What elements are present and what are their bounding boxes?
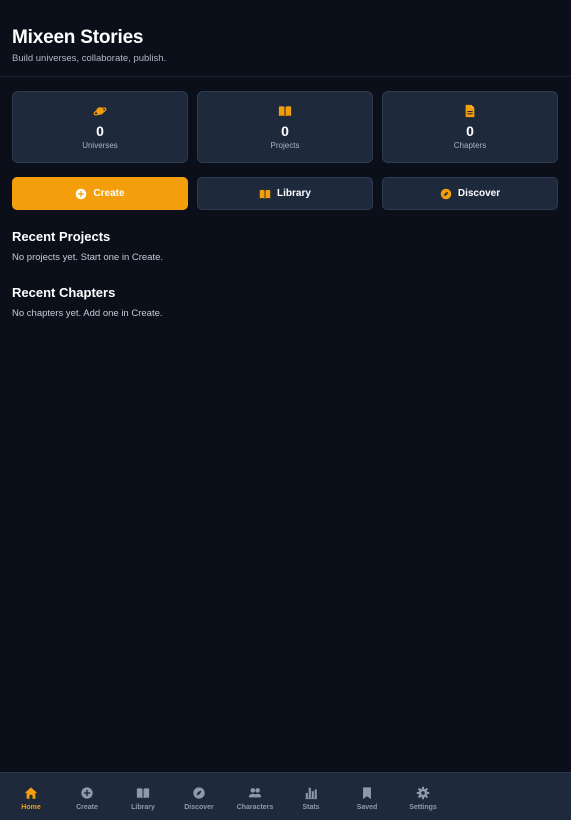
bar-chart-icon bbox=[304, 786, 318, 800]
recent-projects-section: Recent Projects No projects yet. Start o… bbox=[12, 229, 163, 263]
stat-label: Chapters bbox=[453, 141, 487, 150]
app-title: Mixeen Stories bbox=[12, 27, 144, 48]
nav-label: Library bbox=[131, 804, 155, 811]
plus-circle-icon bbox=[80, 786, 94, 800]
nav-item-characters[interactable]: Characters bbox=[227, 773, 283, 820]
app-subtitle: Build universes, collaborate, publish. bbox=[12, 53, 167, 64]
quick-actions: Create Library Discover bbox=[12, 177, 558, 210]
nav-label: Stats bbox=[302, 804, 320, 811]
library-button[interactable]: Library bbox=[197, 177, 373, 210]
document-icon bbox=[463, 104, 477, 118]
section-title: Recent Projects bbox=[12, 229, 111, 244]
bottom-navigation: Home Create Library Discover Characters … bbox=[0, 772, 571, 820]
nav-label: Settings bbox=[409, 804, 437, 811]
planet-icon bbox=[93, 104, 107, 118]
recent-chapters-section: Recent Chapters No chapters yet. Add one… bbox=[12, 285, 163, 319]
plus-circle-icon bbox=[75, 188, 87, 200]
stat-value: 0 bbox=[466, 123, 474, 139]
compass-icon bbox=[440, 188, 452, 200]
book-icon bbox=[136, 786, 150, 800]
library-button-label: Library bbox=[277, 188, 311, 199]
users-icon bbox=[248, 786, 262, 800]
compass-icon bbox=[192, 786, 206, 800]
book-icon bbox=[259, 188, 271, 200]
stat-value: 0 bbox=[281, 123, 289, 139]
nav-item-saved[interactable]: Saved bbox=[339, 773, 395, 820]
nav-label: Characters bbox=[236, 804, 274, 811]
stat-label: Universes bbox=[82, 141, 118, 150]
nav-label: Home bbox=[21, 804, 41, 811]
bookmark-icon bbox=[360, 786, 374, 800]
section-title: Recent Chapters bbox=[12, 285, 116, 300]
stat-card-chapters: 0 Chapters bbox=[382, 91, 558, 163]
app-header: Mixeen Stories Build universes, collabor… bbox=[0, 0, 571, 77]
create-button-label: Create bbox=[93, 188, 125, 199]
nav-item-discover[interactable]: Discover bbox=[171, 773, 227, 820]
stats-row: 0 Universes 0 Projects 0 Chapters bbox=[12, 91, 558, 163]
nav-item-library[interactable]: Library bbox=[115, 773, 171, 820]
discover-button-label: Discover bbox=[457, 188, 501, 199]
nav-item-stats[interactable]: Stats bbox=[283, 773, 339, 820]
create-button[interactable]: Create bbox=[12, 177, 188, 210]
nav-item-settings[interactable]: Settings bbox=[395, 773, 451, 820]
empty-state-text: No chapters yet. Add one in Create. bbox=[12, 308, 163, 319]
nav-item-home[interactable]: Home bbox=[3, 773, 59, 820]
stat-label: Projects bbox=[270, 141, 300, 150]
nav-item-create[interactable]: Create bbox=[59, 773, 115, 820]
stat-card-universes: 0 Universes bbox=[12, 91, 188, 163]
book-icon bbox=[278, 104, 292, 118]
discover-button[interactable]: Discover bbox=[382, 177, 558, 210]
nav-label: Create bbox=[76, 804, 98, 811]
nav-label: Discover bbox=[184, 804, 214, 811]
nav-label: Saved bbox=[356, 804, 378, 811]
home-screen: Mixeen Stories Build universes, collabor… bbox=[0, 0, 571, 820]
gear-icon bbox=[416, 786, 430, 800]
empty-state-text: No projects yet. Start one in Create. bbox=[12, 252, 164, 263]
home-icon bbox=[24, 786, 38, 800]
stat-value: 0 bbox=[96, 123, 104, 139]
stat-card-projects: 0 Projects bbox=[197, 91, 373, 163]
